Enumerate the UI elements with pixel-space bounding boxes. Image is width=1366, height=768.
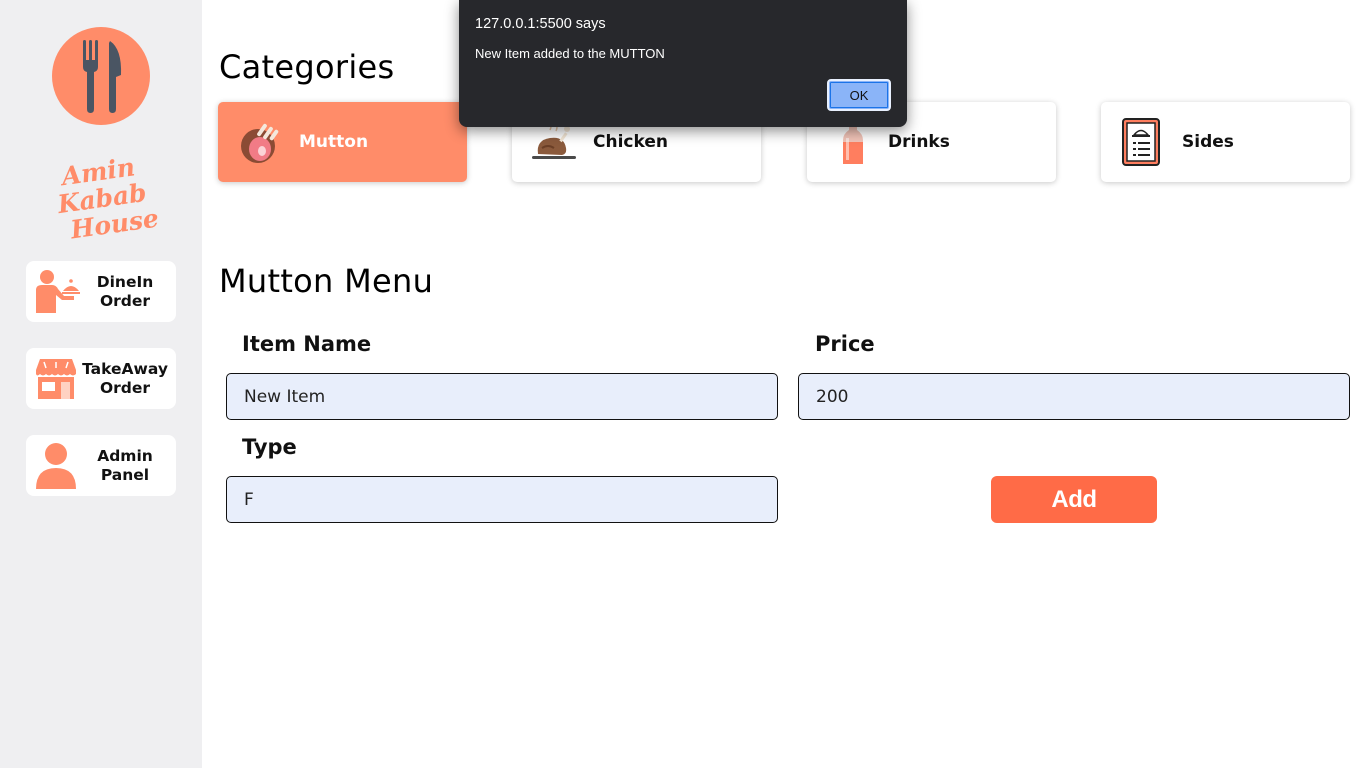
category-label: Sides xyxy=(1182,132,1234,152)
menu-heading: Mutton Menu xyxy=(219,262,434,300)
store-icon xyxy=(36,359,76,399)
sidebar: Amin Kabab House DineIn Order TakeAway O… xyxy=(0,0,202,768)
categories-heading: Categories xyxy=(219,48,395,86)
item-name-label: Item Name xyxy=(242,332,372,356)
category-card-sides[interactable]: Sides xyxy=(1101,102,1350,182)
category-label: Chicken xyxy=(593,132,668,152)
mutton-icon xyxy=(241,123,279,163)
sidebar-item-label: DineIn Order xyxy=(96,272,154,310)
app-window: Amin Kabab House DineIn Order TakeAway O… xyxy=(0,0,1366,768)
category-card-mutton[interactable]: Mutton xyxy=(218,102,467,182)
alert-ok-button[interactable]: OK xyxy=(827,79,891,111)
item-name-input[interactable] xyxy=(226,373,778,420)
price-input[interactable] xyxy=(798,373,1350,420)
brand-name: Amin Kabab House xyxy=(17,147,187,249)
category-label: Drinks xyxy=(888,132,950,152)
sidebar-item-label: TakeAway Order xyxy=(82,359,168,397)
sidebar-item-label: Admin Panel xyxy=(97,446,153,484)
user-icon xyxy=(36,443,76,489)
category-label: Mutton xyxy=(299,132,369,152)
alert-dialog: 127.0.0.1:5500 says New Item added to th… xyxy=(459,0,907,127)
menu-card-icon xyxy=(1122,118,1160,166)
waiter-icon xyxy=(36,270,80,313)
sidebar-item-dinein-order[interactable]: DineIn Order xyxy=(26,261,176,322)
fork-knife-icon xyxy=(83,40,122,113)
type-input[interactable] xyxy=(226,476,778,523)
sidebar-item-takeaway-order[interactable]: TakeAway Order xyxy=(26,348,176,409)
alert-title: 127.0.0.1:5500 says xyxy=(475,16,606,32)
price-label: Price xyxy=(815,332,875,356)
logo xyxy=(52,27,150,125)
type-label: Type xyxy=(242,435,297,459)
add-button[interactable]: Add xyxy=(991,476,1157,523)
sidebar-item-admin-panel[interactable]: Admin Panel xyxy=(26,435,176,496)
alert-message: New Item added to the MUTTON xyxy=(475,46,665,61)
